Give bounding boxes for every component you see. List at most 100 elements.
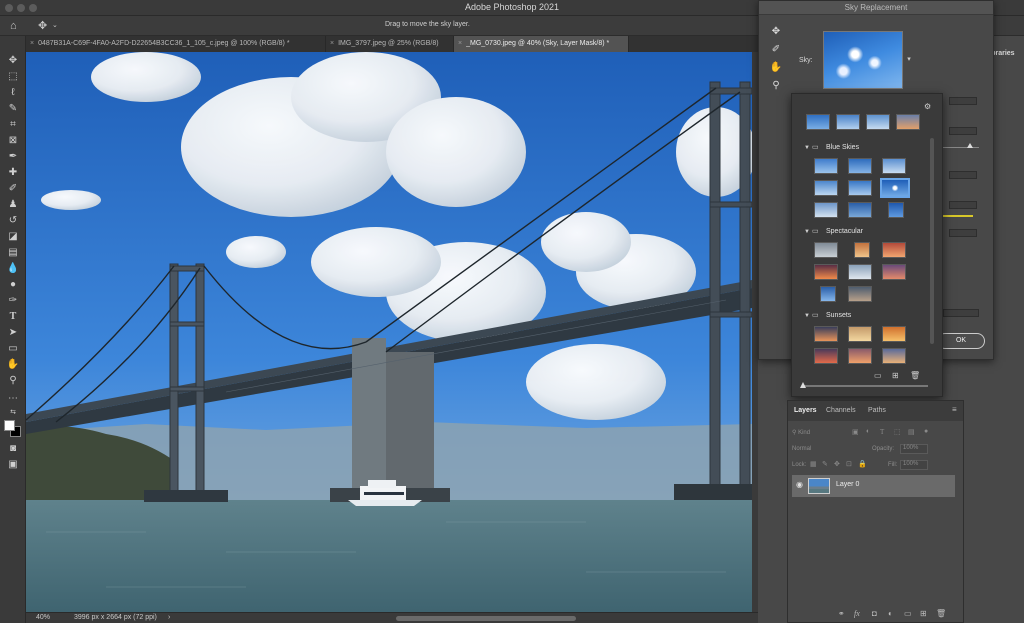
filter-adjustment-icon[interactable]: ◐ xyxy=(866,428,870,435)
trash-icon[interactable]: 🗑 xyxy=(910,371,920,380)
marquee-tool-icon[interactable]: ⬚ xyxy=(6,70,20,84)
eyedropper-tool-icon[interactable]: ✒ xyxy=(6,150,20,164)
folder-sunsets[interactable]: ▼ ▭ Sunsets xyxy=(804,310,924,322)
sky-thumbnail[interactable] xyxy=(806,114,830,130)
expand-chevron-icon[interactable]: ▼ xyxy=(804,226,812,238)
clone-stamp-tool-icon[interactable]: ♟ xyxy=(6,198,20,212)
gradient-tool-icon[interactable]: ▤ xyxy=(6,246,20,260)
sky-thumbnail[interactable] xyxy=(848,286,872,302)
sky-thumbnail[interactable] xyxy=(820,286,836,302)
tool-preset-chevron-icon[interactable]: ⌄ xyxy=(52,19,58,33)
move-tool-icon[interactable]: ✥ xyxy=(38,19,47,33)
hand-tool-icon[interactable]: ✋ xyxy=(769,61,783,75)
filter-type-icon[interactable]: T xyxy=(880,428,884,436)
dialog-field[interactable] xyxy=(949,229,977,237)
tab-close-icon[interactable]: × xyxy=(330,40,334,47)
adjustment-layer-icon[interactable]: ◐ xyxy=(888,609,893,618)
history-brush-tool-icon[interactable]: ↺ xyxy=(6,214,20,228)
tab-channels[interactable]: Channels xyxy=(826,407,856,414)
lock-image-icon[interactable]: ✎ xyxy=(822,460,828,468)
dialog-slider[interactable] xyxy=(943,147,979,148)
group-icon[interactable]: ▭ xyxy=(904,609,912,618)
sky-thumbnail[interactable] xyxy=(882,326,906,342)
sky-thumbnail[interactable] xyxy=(836,114,860,130)
home-icon[interactable]: ⌂ xyxy=(10,19,17,33)
more-tools-icon[interactable]: ⋯ xyxy=(6,392,20,406)
filter-toggle-icon[interactable]: ● xyxy=(924,428,928,435)
hand-tool-icon[interactable]: ✋ xyxy=(6,358,20,372)
sky-brush-tool-icon[interactable]: ✐ xyxy=(769,43,783,57)
layer-row[interactable]: ◉ Layer 0 xyxy=(792,475,955,497)
crop-tool-icon[interactable]: ⌗ xyxy=(6,118,20,132)
zoom-level[interactable]: 40% xyxy=(36,614,50,621)
new-folder-icon[interactable]: ▭ xyxy=(874,371,882,380)
filter-pixel-icon[interactable]: ▣ xyxy=(852,428,859,436)
sky-thumbnail[interactable] xyxy=(848,202,872,218)
eraser-tool-icon[interactable]: ◪ xyxy=(6,230,20,244)
layer-name[interactable]: Layer 0 xyxy=(836,481,859,488)
sky-thumbnail[interactable] xyxy=(882,242,906,258)
new-layer-icon[interactable]: ⊞ xyxy=(920,609,927,618)
screen-mode-icon[interactable]: ▣ xyxy=(6,458,20,472)
expand-chevron-icon[interactable]: ▼ xyxy=(804,142,812,154)
tab-document-1[interactable]: × 0487B31A-C69F-4FA0-A2FD-D22654B3CC36_1_… xyxy=(26,36,326,52)
dialog-field[interactable] xyxy=(949,201,977,209)
sky-thumbnail[interactable] xyxy=(848,326,872,342)
dodge-tool-icon[interactable]: ● xyxy=(6,278,20,292)
status-info-chevron-icon[interactable]: › xyxy=(168,614,170,621)
folder-blue-skies[interactable]: ▼ ▭ Blue Skies xyxy=(804,142,924,154)
sky-thumbnail[interactable] xyxy=(814,180,838,196)
sky-thumbnail[interactable] xyxy=(848,180,872,196)
sky-thumbnail[interactable] xyxy=(848,264,872,280)
fill-input[interactable]: 100% xyxy=(900,460,928,470)
swap-colors-icon[interactable]: ⇆ xyxy=(6,406,20,420)
brush-tool-icon[interactable]: ✐ xyxy=(6,182,20,196)
quick-mask-icon[interactable]: ◙ xyxy=(6,442,20,456)
new-sky-icon[interactable]: ⊞ xyxy=(892,371,899,380)
sky-thumbnail[interactable] xyxy=(896,114,920,130)
sky-thumbnail[interactable] xyxy=(814,202,838,218)
sky-thumbnail-selected[interactable] xyxy=(880,178,910,198)
tab-layers[interactable]: Layers xyxy=(794,407,817,414)
sky-thumbnail[interactable] xyxy=(848,158,872,174)
expand-chevron-icon[interactable]: ▼ xyxy=(804,310,812,322)
sky-thumbnail[interactable] xyxy=(814,242,838,258)
rectangle-tool-icon[interactable]: ▭ xyxy=(6,342,20,356)
tab-paths[interactable]: Paths xyxy=(868,407,886,414)
sky-thumbnail[interactable] xyxy=(882,348,906,364)
link-layers-icon[interactable]: ⚭ xyxy=(838,609,845,618)
filter-smart-object-icon[interactable]: ▤ xyxy=(908,428,915,436)
sky-move-tool-icon[interactable]: ✥ xyxy=(769,25,783,39)
blur-tool-icon[interactable]: 💧 xyxy=(6,262,20,276)
zoom-tool-icon[interactable]: ⚲ xyxy=(769,79,783,93)
zoom-tool-icon[interactable]: ⚲ xyxy=(6,374,20,388)
sky-dropdown-chevron-icon[interactable]: ▾ xyxy=(905,31,913,89)
sky-thumbnail[interactable] xyxy=(866,114,890,130)
trash-icon[interactable]: 🗑 xyxy=(936,609,946,618)
folder-spectacular[interactable]: ▼ ▭ Spectacular xyxy=(804,226,924,238)
dialog-field[interactable] xyxy=(949,127,977,135)
frame-tool-icon[interactable]: ⊠ xyxy=(6,134,20,148)
pen-tool-icon[interactable]: ✑ xyxy=(6,294,20,308)
sky-thumbnail[interactable] xyxy=(888,202,904,218)
tab-document-2[interactable]: × IMG_3797.jpeg @ 25% (RGB/8) xyxy=(326,36,454,52)
move-tool-icon[interactable]: ✥ xyxy=(6,54,20,68)
lock-all-icon[interactable]: 🔒 xyxy=(858,460,867,468)
dialog-field[interactable] xyxy=(949,171,977,179)
lock-position-icon[interactable]: ✥ xyxy=(834,460,840,468)
blend-mode-select[interactable]: Normal xyxy=(792,443,862,455)
sky-thumbnail[interactable] xyxy=(882,158,906,174)
canvas-horizontal-scrollbar[interactable] xyxy=(396,616,576,621)
healing-brush-tool-icon[interactable]: ✚ xyxy=(6,166,20,180)
lock-artboard-icon[interactable]: ⊡ xyxy=(846,460,852,468)
dialog-slider-yellow[interactable] xyxy=(943,215,973,217)
sky-thumbnail[interactable] xyxy=(882,264,906,280)
opacity-input[interactable]: 100% xyxy=(900,444,928,454)
dialog-field[interactable] xyxy=(949,97,977,105)
ok-button[interactable]: OK xyxy=(937,333,985,349)
sky-thumbnail[interactable] xyxy=(814,158,838,174)
document-canvas[interactable] xyxy=(26,52,752,612)
lock-transparent-icon[interactable]: ▦ xyxy=(810,460,817,468)
gear-icon[interactable]: ⚙ xyxy=(924,102,931,111)
sky-thumbnail[interactable] xyxy=(854,242,870,258)
